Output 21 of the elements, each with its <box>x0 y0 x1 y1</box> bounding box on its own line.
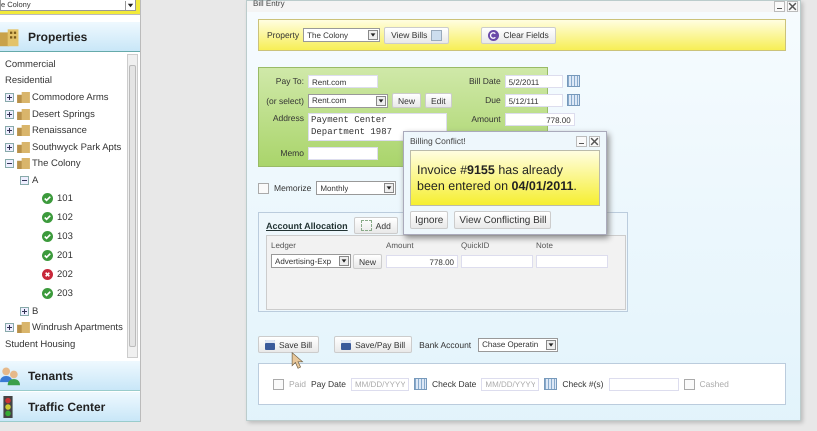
due-label: Due <box>484 95 501 105</box>
memo-label: Memo <box>279 148 304 158</box>
amount-label: Amount <box>470 114 501 124</box>
cashed-label: Cashed <box>700 379 729 389</box>
or-select-label: (or select) <box>265 96 304 106</box>
address-label: Address <box>272 113 304 123</box>
check-date-label: Check Date <box>432 379 476 389</box>
column-header: Ledger <box>271 241 297 250</box>
conflict-message: Invoice #9155 has already been entered on 04/01/2011. <box>417 162 578 194</box>
column-header: QuickID <box>461 241 490 250</box>
pay-to-label: Pay To: <box>274 76 304 86</box>
paid-label: Paid <box>289 379 306 389</box>
bill-date-label: Bill Date <box>468 76 501 86</box>
window-title: Bill Entry <box>253 0 285 8</box>
column-header: Amount <box>386 241 415 250</box>
pay-date-label: Pay Date <box>311 379 346 389</box>
column-header: Note <box>536 241 554 250</box>
check-number-label: Check #(s) <box>562 379 604 389</box>
property-label: Property <box>267 30 300 40</box>
bank-account-label: Bank Account <box>419 340 472 350</box>
memorize-label: Memorize <box>274 183 312 193</box>
